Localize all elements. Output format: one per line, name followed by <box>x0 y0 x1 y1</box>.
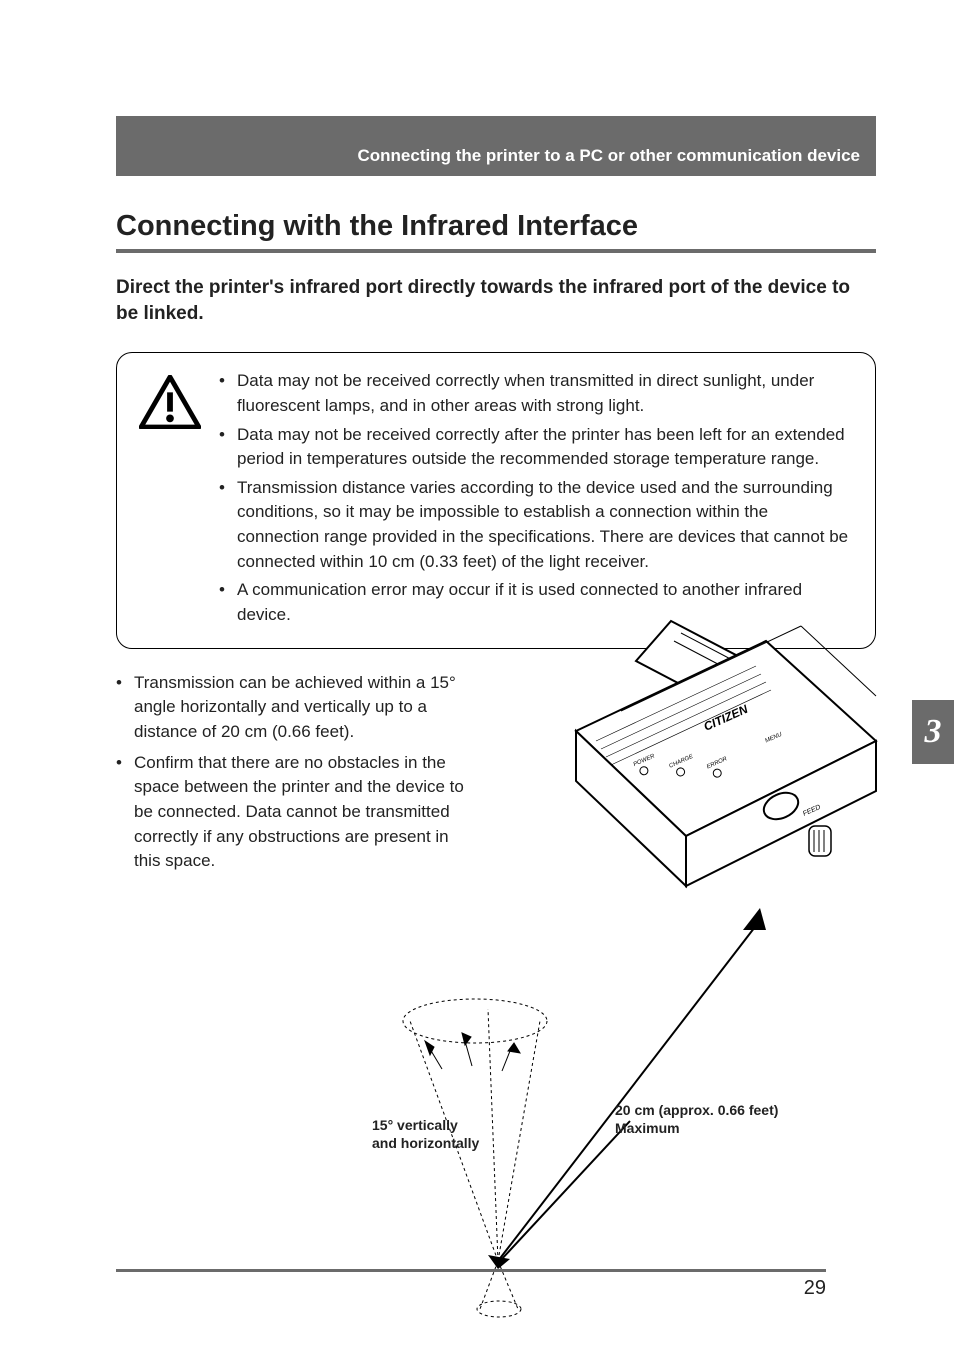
angle-label-line2: and horizontally <box>372 1135 479 1151</box>
warning-box: Data may not be received correctly when … <box>116 352 876 648</box>
distance-label-line2: Maximum <box>615 1120 680 1136</box>
breadcrumb: Connecting the printer to a PC or other … <box>357 146 860 166</box>
warning-item: Transmission distance varies according t… <box>219 476 853 575</box>
distance-label: 20 cm (approx. 0.66 feet) Maximum <box>615 1101 778 1137</box>
footer: 29 <box>116 1269 826 1272</box>
chapter-tab: 3 <box>912 700 954 764</box>
title-rule <box>116 249 876 253</box>
warning-item: Data may not be received correctly after… <box>219 423 853 472</box>
footer-rule <box>116 1269 826 1272</box>
page-number: 29 <box>804 1277 826 1300</box>
section-header-bar: Connecting the printer to a PC or other … <box>116 116 876 176</box>
body-row: Transmission can be achieved within a 15… <box>116 671 876 1271</box>
distance-label-line1: 20 cm (approx. 0.66 feet) <box>615 1102 778 1118</box>
chapter-number: 3 <box>925 713 942 751</box>
angle-label-line1: 15° vertically <box>372 1117 458 1133</box>
warning-item: Data may not be received correctly when … <box>219 369 853 418</box>
warning-icon <box>139 369 201 631</box>
page: Connecting the printer to a PC or other … <box>0 0 954 1352</box>
warning-list: Data may not be received correctly when … <box>219 369 853 631</box>
ir-figure: CITIZEN POWER CHARGE ERROR MENU FEED <box>500 671 876 1271</box>
subtitle: Direct the printer's infrared port direc… <box>116 275 876 326</box>
angle-label: 15° vertically and horizontally <box>372 1116 479 1152</box>
ir-cone-diagram <box>370 721 790 1331</box>
page-title: Connecting with the Infrared Interface <box>116 210 876 243</box>
